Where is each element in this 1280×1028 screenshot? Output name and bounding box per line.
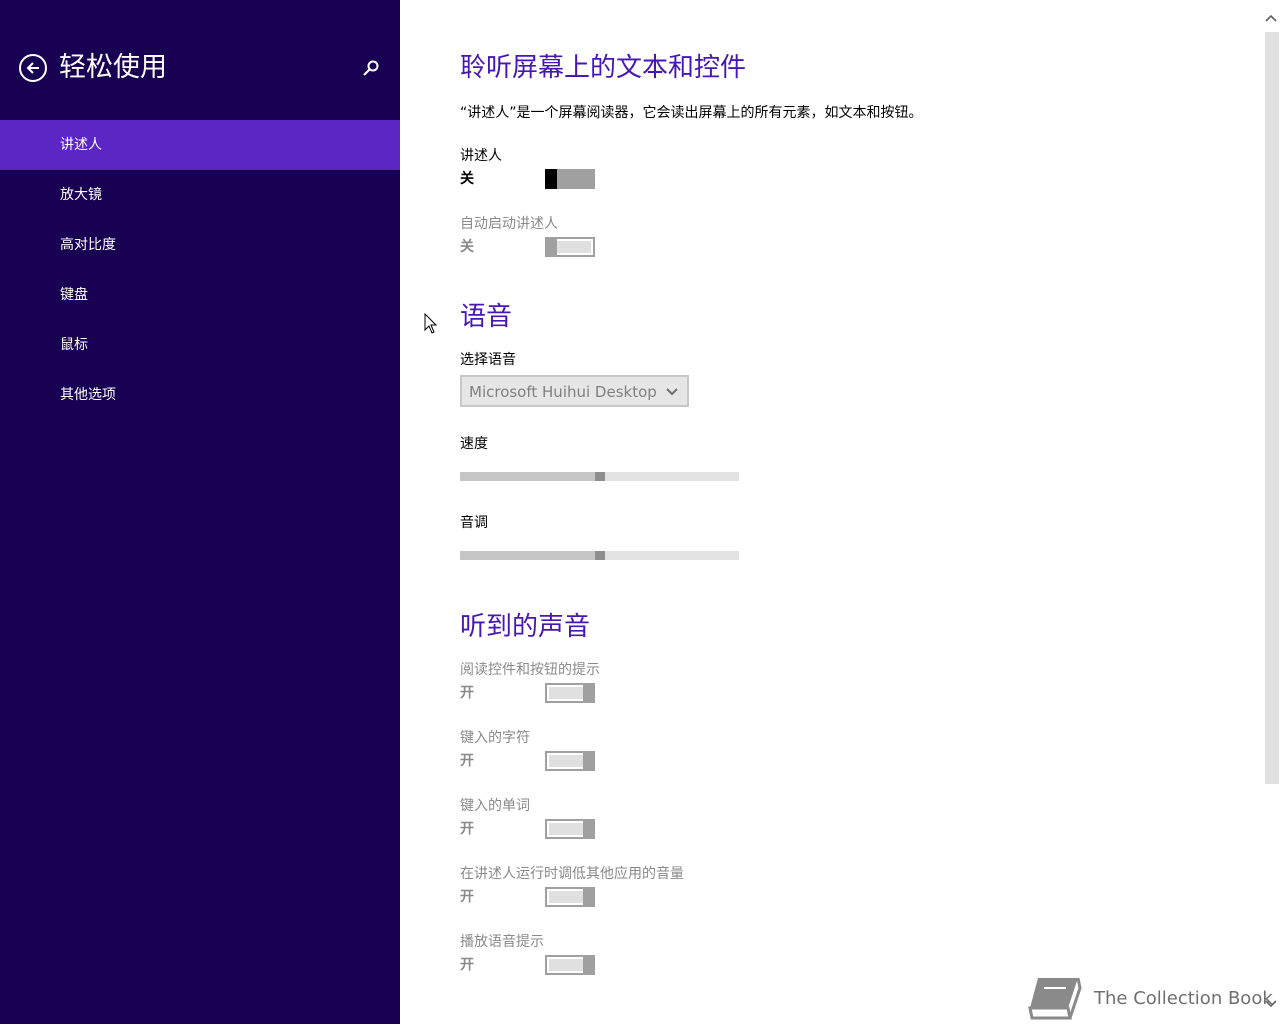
slider-thumb[interactable] bbox=[594, 472, 605, 481]
voice-select-value: Microsoft Huihui Desktop bbox=[469, 383, 657, 401]
main-content: 聆听屏幕上的文本和控件 “讲述人”是一个屏幕阅读器，它会读出屏幕上的所有元素，如… bbox=[400, 0, 1262, 1024]
book-icon bbox=[1028, 977, 1082, 1020]
sidebar-header: 轻松使用 bbox=[0, 48, 400, 92]
setting-label: 讲述人 bbox=[460, 148, 502, 164]
section-title-listen: 聆听屏幕上的文本和控件 bbox=[460, 53, 747, 83]
setting-state: 关 bbox=[460, 171, 474, 187]
watermark: The Collection Book bbox=[1026, 974, 1273, 1024]
speed-slider[interactable] bbox=[460, 472, 739, 481]
voice-select[interactable]: Microsoft Huihui Desktop bbox=[460, 375, 689, 407]
narrator-description: “讲述人”是一个屏幕阅读器，它会读出屏幕上的所有元素，如文本和按钮。 bbox=[460, 105, 923, 121]
slider-fill bbox=[460, 551, 600, 560]
vertical-scrollbar[interactable] bbox=[1262, 0, 1280, 1024]
sidebar-item-other-options[interactable]: 其他选项 bbox=[0, 370, 400, 420]
setting-state: 开 bbox=[460, 821, 474, 837]
setting-play-audio-cues: 播放语音提示 开 bbox=[460, 932, 860, 978]
setting-state: 开 bbox=[460, 685, 474, 701]
sidebar: 轻松使用 讲述人 放大镜 高对比度 键盘 鼠标 其他选项 bbox=[0, 0, 400, 1024]
sidebar-nav: 讲述人 放大镜 高对比度 键盘 鼠标 其他选项 bbox=[0, 120, 400, 420]
setting-narrator: 讲述人 关 bbox=[460, 146, 860, 192]
section-title-sounds: 听到的声音 bbox=[460, 612, 591, 642]
setting-label: 播放语音提示 bbox=[460, 934, 544, 950]
setting-label: 键入的字符 bbox=[460, 730, 530, 746]
sidebar-item-high-contrast[interactable]: 高对比度 bbox=[0, 220, 400, 270]
scrollbar-thumb[interactable] bbox=[1265, 32, 1279, 784]
sidebar-item-narrator[interactable]: 讲述人 bbox=[0, 120, 400, 170]
next-section-title-partial: ▂▂▂▂ bbox=[460, 1016, 540, 1024]
auto-start-narrator-toggle[interactable] bbox=[545, 237, 595, 257]
mouse-cursor-icon bbox=[424, 313, 438, 334]
search-icon bbox=[363, 60, 379, 76]
section-title-voice: 语音 bbox=[460, 302, 513, 332]
search-button[interactable] bbox=[360, 58, 382, 80]
slider-fill bbox=[460, 472, 600, 481]
setting-label: 自动启动讲述人 bbox=[460, 216, 558, 232]
setting-label: 阅读控件和按钮的提示 bbox=[460, 662, 600, 678]
setting-label: 键入的单词 bbox=[460, 798, 530, 814]
sidebar-title: 轻松使用 bbox=[59, 52, 167, 83]
chevron-down-icon bbox=[666, 388, 678, 396]
play-audio-cues-toggle[interactable] bbox=[545, 955, 595, 975]
setting-label: 在讲述人运行时调低其他应用的音量 bbox=[460, 866, 684, 882]
pitch-label: 音调 bbox=[460, 515, 488, 531]
voice-select-label: 选择语音 bbox=[460, 352, 516, 368]
lower-app-volume-toggle[interactable] bbox=[545, 887, 595, 907]
sidebar-item-keyboard[interactable]: 键盘 bbox=[0, 270, 400, 320]
setting-auto-start-narrator: 自动启动讲述人 关 bbox=[460, 214, 860, 260]
typed-characters-toggle[interactable] bbox=[545, 751, 595, 771]
setting-typed-characters: 键入的字符 开 bbox=[460, 728, 860, 774]
speed-label: 速度 bbox=[460, 436, 488, 452]
arrow-left-icon bbox=[26, 62, 39, 74]
pitch-slider[interactable] bbox=[460, 551, 739, 560]
narrator-toggle[interactable] bbox=[545, 169, 595, 189]
setting-state: 开 bbox=[460, 753, 474, 769]
setting-lower-app-volume: 在讲述人运行时调低其他应用的音量 开 bbox=[460, 864, 860, 910]
read-hints-toggle[interactable] bbox=[545, 683, 595, 703]
back-button[interactable] bbox=[19, 54, 47, 82]
scroll-up-icon[interactable] bbox=[1264, 12, 1278, 26]
setting-state: 关 bbox=[460, 239, 474, 255]
typed-words-toggle[interactable] bbox=[545, 819, 595, 839]
setting-typed-words: 键入的单词 开 bbox=[460, 796, 860, 842]
slider-thumb[interactable] bbox=[594, 551, 605, 560]
setting-read-hints: 阅读控件和按钮的提示 开 bbox=[460, 660, 860, 706]
sidebar-item-mouse[interactable]: 鼠标 bbox=[0, 320, 400, 370]
watermark-text: The Collection Book bbox=[1094, 988, 1273, 1009]
setting-state: 开 bbox=[460, 889, 474, 905]
setting-state: 开 bbox=[460, 957, 474, 973]
sidebar-item-magnifier[interactable]: 放大镜 bbox=[0, 170, 400, 220]
